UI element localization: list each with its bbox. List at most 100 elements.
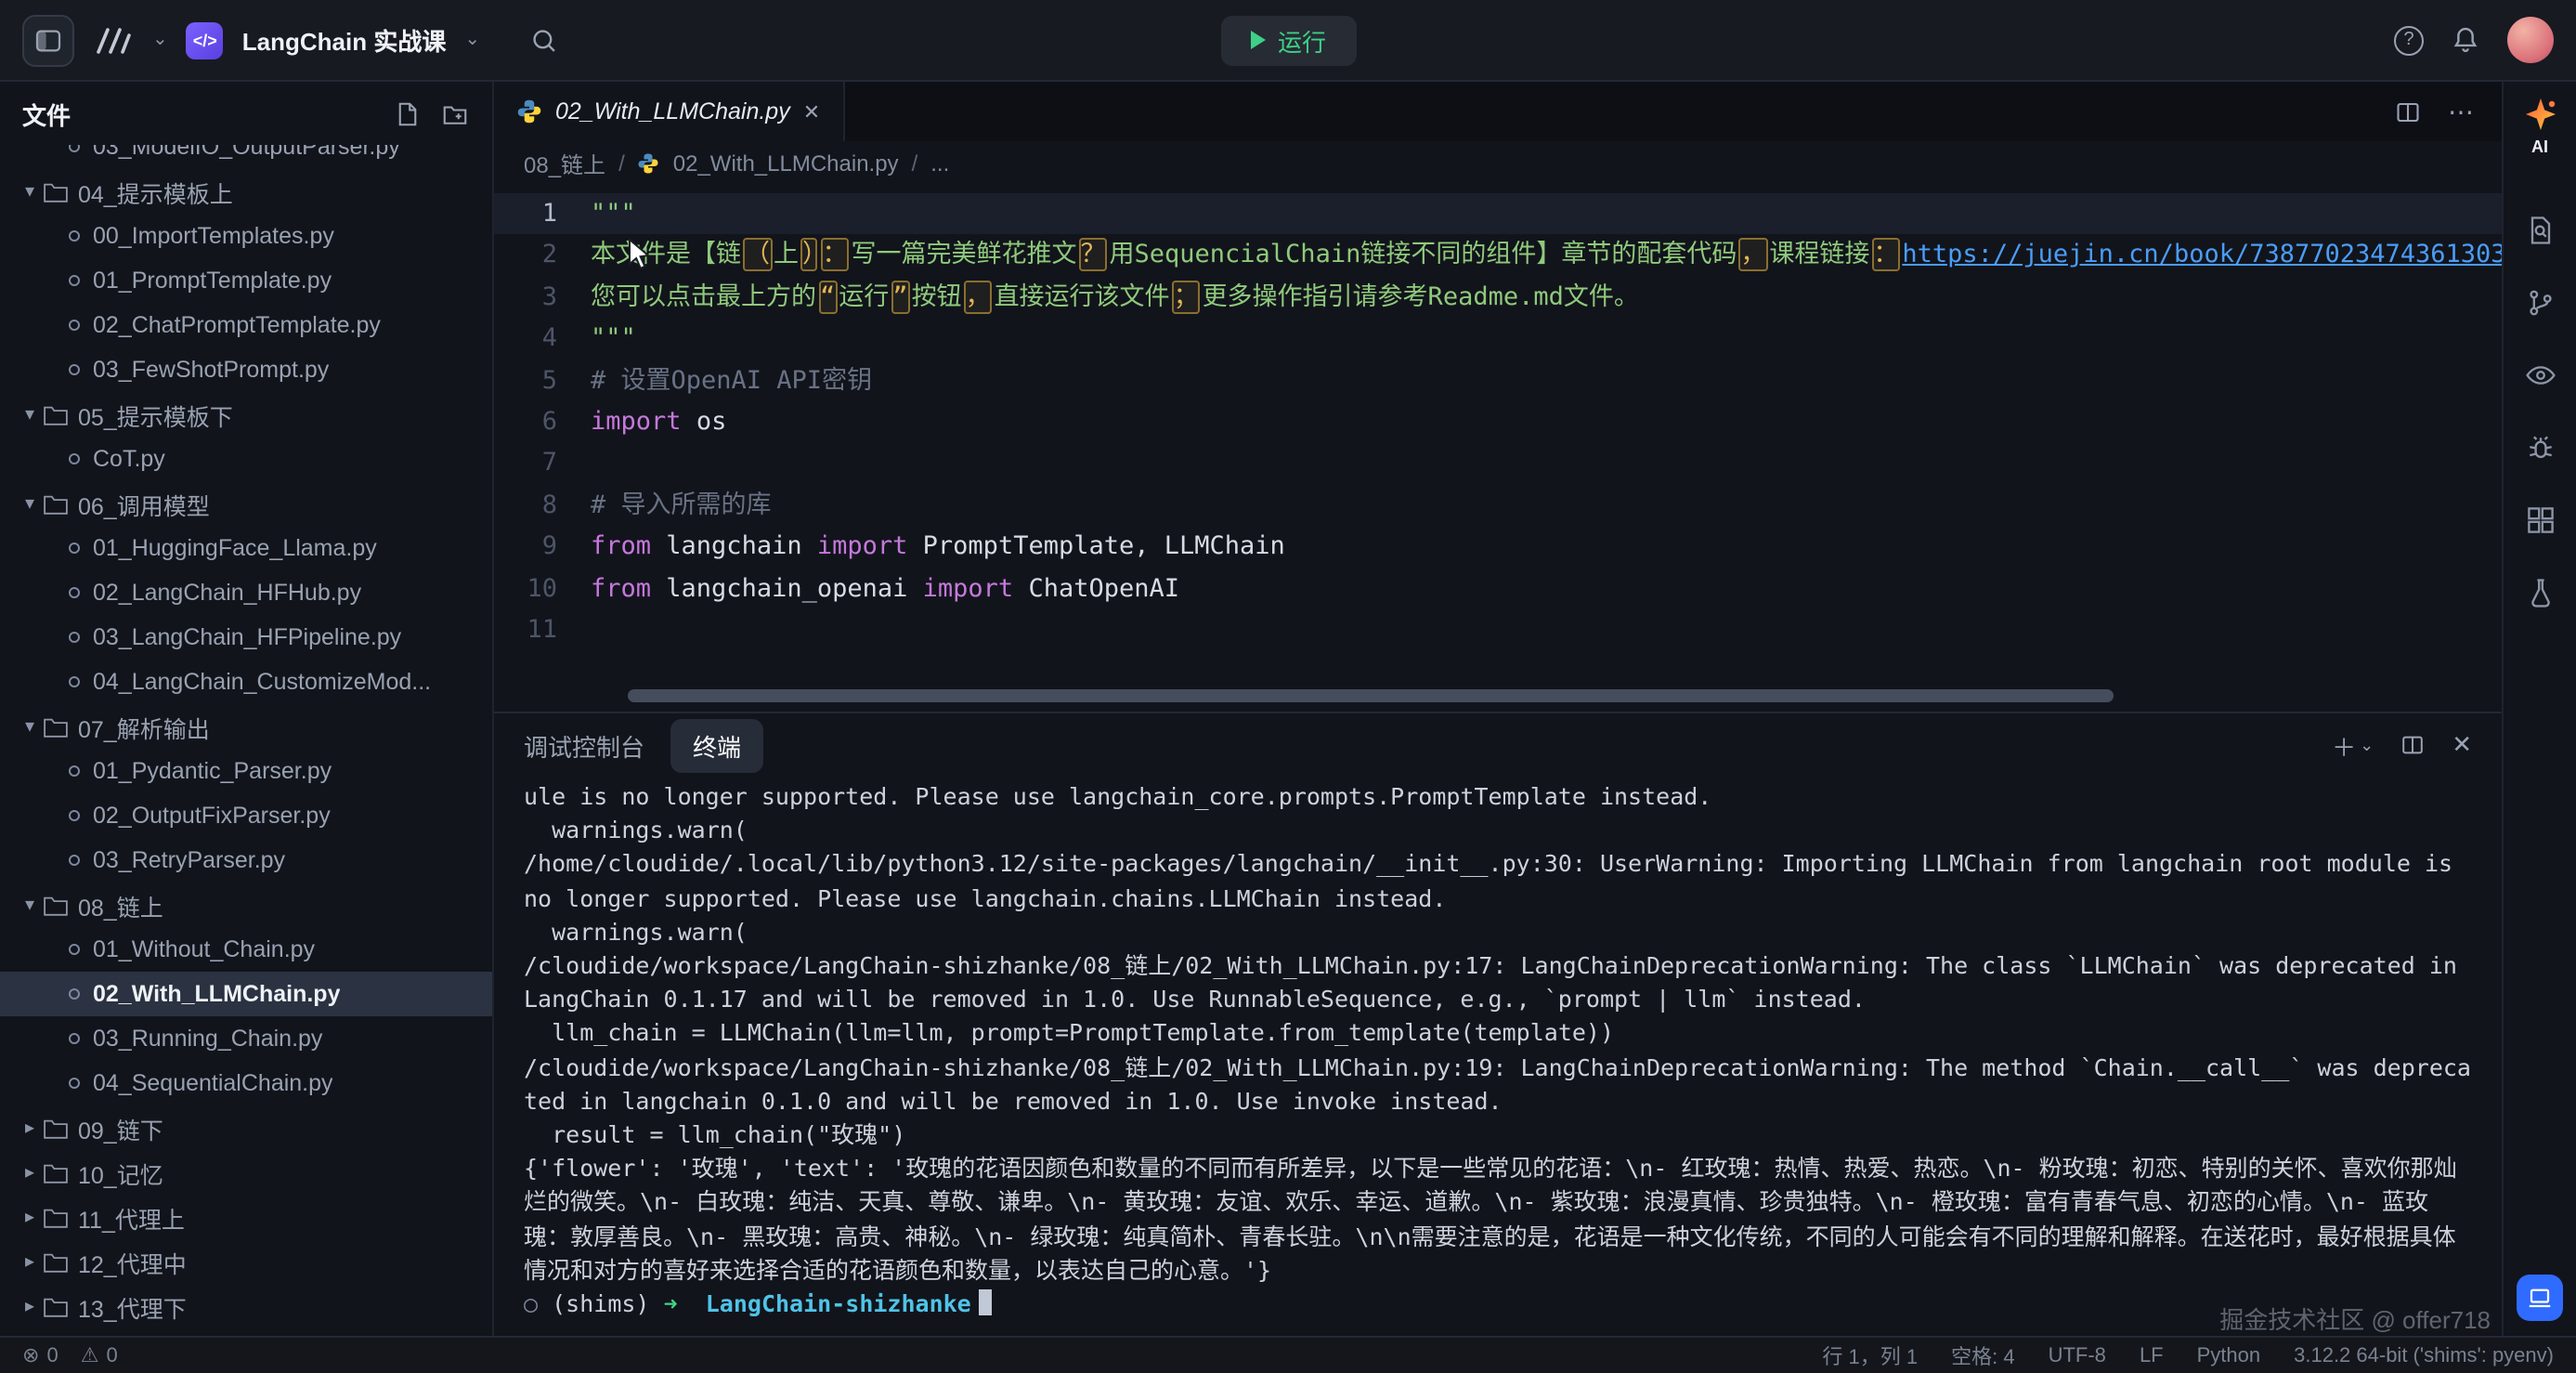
file-tree-folder[interactable]: ▸13_代理下 <box>0 1284 492 1328</box>
python-file-icon <box>69 320 80 331</box>
chevron-down-icon[interactable]: ⌄ <box>152 31 168 49</box>
horizontal-scrollbar[interactable] <box>628 689 2114 702</box>
ai-label: AI <box>2531 137 2548 156</box>
code-line[interactable]: 8# 导入所需的库 <box>494 484 2502 526</box>
code-line[interactable]: 1""" <box>494 193 2502 235</box>
file-tree-folder[interactable]: ▾06_调用模型 <box>0 481 492 526</box>
file-tree-item[interactable]: 01_PromptTemplate.py <box>0 258 492 303</box>
file-tree-item[interactable]: 03_LangChain_HFPipeline.py <box>0 615 492 660</box>
code-line[interactable]: 10from langchain_openai import ChatOpenA… <box>494 568 2502 609</box>
file-tree-item[interactable]: 01_HuggingFace_Llama.py <box>0 526 492 570</box>
file-search-icon[interactable] <box>2516 206 2564 255</box>
language-mode[interactable]: Python <box>2197 1340 2261 1370</box>
code-line[interactable]: 6import os <box>494 401 2502 443</box>
file-tree-folder[interactable]: ▸09_链下 <box>0 1105 492 1150</box>
notifications-bell-icon[interactable] <box>2450 24 2481 56</box>
breadcrumb-file[interactable]: 02_With_LLMChain.py <box>673 150 899 177</box>
breadcrumb-symbol[interactable]: ... <box>930 150 949 177</box>
search-icon[interactable] <box>528 25 558 55</box>
test-flask-icon[interactable] <box>2516 569 2564 617</box>
tab-terminal[interactable]: 终端 <box>670 718 763 772</box>
python-file-icon <box>69 632 80 643</box>
eol-sequence[interactable]: LF <box>2140 1340 2164 1370</box>
file-tree-item[interactable]: 01_Pydantic_Parser.py <box>0 749 492 793</box>
file-tree-item[interactable]: 04_SequentialChain.py <box>0 1061 492 1105</box>
chevron-down-icon: ▾ <box>19 181 41 202</box>
file-tree-item[interactable]: 02_LangChain_HFHub.py <box>0 570 492 615</box>
file-tree-folder[interactable]: ▾05_提示模板下 <box>0 392 492 437</box>
preview-eye-icon[interactable] <box>2516 351 2564 399</box>
code-text: # 设置OpenAI API密钥 <box>591 360 2502 401</box>
file-tree-folder[interactable]: ▾08_链上 <box>0 883 492 927</box>
file-tree-item[interactable]: 03_ModelIO_OutputParser.py <box>0 145 492 169</box>
code-line[interactable]: 7 <box>494 443 2502 485</box>
folder-icon <box>43 179 69 203</box>
cursor-position[interactable]: 行 1，列 1 <box>1822 1340 1918 1370</box>
file-tree-item[interactable]: 03_Running_Chain.py <box>0 1016 492 1061</box>
indentation[interactable]: 空格: 4 <box>1951 1340 2014 1370</box>
file-tree-item[interactable]: 01_Without_Chain.py <box>0 927 492 972</box>
python-interpreter[interactable]: 3.12.2 64-bit ('shims': pyenv) <box>2294 1340 2554 1370</box>
new-folder-icon[interactable] <box>440 99 470 127</box>
breadcrumb-separator: / <box>912 150 918 177</box>
file-tree-item[interactable]: 02_ChatPromptTemplate.py <box>0 303 492 347</box>
code-line[interactable]: 4""" <box>494 318 2502 360</box>
split-editor-icon[interactable] <box>2394 98 2422 125</box>
file-tree-folder[interactable]: ▸11_代理上 <box>0 1195 492 1239</box>
editor: 02_With_LLMChain.py ✕ ⋯ 08_链上 / <box>494 82 2502 1336</box>
file-tree-folder[interactable]: ▸10_记忆 <box>0 1150 492 1195</box>
code-line[interactable]: 5# 设置OpenAI API密钥 <box>494 360 2502 401</box>
encoding[interactable]: UTF-8 <box>2049 1340 2106 1370</box>
debug-bug-icon[interactable] <box>2516 424 2564 472</box>
file-tree-item[interactable]: 03_RetryParser.py <box>0 838 492 883</box>
split-panel-icon[interactable] <box>2400 732 2426 758</box>
file-tree-item[interactable]: 04_LangChain_CustomizeMod... <box>0 660 492 704</box>
file-tree-folder[interactable]: ▾07_解析输出 <box>0 704 492 749</box>
file-tree-item[interactable]: 00_ImportTemplates.py <box>0 214 492 258</box>
ai-assistant-button[interactable]: AI <box>2521 97 2558 156</box>
breadcrumb-separator: / <box>618 150 625 177</box>
file-tree-folder[interactable]: ▾04_提示模板上 <box>0 169 492 214</box>
remote-environment-icon[interactable] <box>2517 1275 2563 1321</box>
file-tree-folder[interactable]: ▸12_代理中 <box>0 1239 492 1284</box>
run-button[interactable]: 运行 <box>1220 15 1356 65</box>
line-number: 1 <box>494 193 591 235</box>
play-icon <box>1250 31 1265 49</box>
code-area[interactable]: 1"""2本文件是【链（上）：写一篇完美鲜花推文？用SequencialChai… <box>494 186 2502 712</box>
file-tree-item-label: 04_LangChain_CustomizeMod... <box>93 669 431 695</box>
file-tree-item-label: 13_代理下 <box>78 1288 187 1324</box>
chevron-down-icon[interactable]: ⌄ <box>464 31 480 49</box>
app-logo-icon[interactable] <box>93 23 134 57</box>
file-tree-item[interactable]: 02_OutputFixParser.py <box>0 793 492 838</box>
line-number: 10 <box>494 568 591 609</box>
file-tree-item[interactable]: 02_With_LLMChain.py <box>0 972 492 1016</box>
file-tree-item[interactable]: 03_FewShotPrompt.py <box>0 347 492 392</box>
user-avatar[interactable] <box>2507 17 2554 63</box>
new-file-icon[interactable] <box>394 99 422 127</box>
errors-status[interactable]: ⊗0 <box>22 1343 59 1367</box>
new-terminal-icon[interactable]: ＋⌄ <box>2332 727 2374 763</box>
source-control-icon[interactable] <box>2516 279 2564 327</box>
workspace-title: LangChain 实战课 <box>242 22 447 58</box>
more-actions-icon[interactable]: ⋯ <box>2448 96 2476 127</box>
editor-tab[interactable]: 02_With_LLMChain.py ✕ <box>494 82 844 141</box>
breadcrumb-folder[interactable]: 08_链上 <box>524 148 605 179</box>
code-text: # 导入所需的库 <box>591 484 2502 526</box>
file-tree-item[interactable]: CoT.py <box>0 437 492 481</box>
code-line[interactable]: 3您可以点击最上方的“运行”按钮，直接运行该文件；更多操作指引请参考Readme… <box>494 277 2502 319</box>
code-line[interactable]: 11 <box>494 609 2502 651</box>
code-line[interactable]: 9from langchain import PromptTemplate, L… <box>494 526 2502 568</box>
toggle-sidebar-button[interactable] <box>22 14 74 66</box>
help-icon[interactable]: ? <box>2394 25 2424 55</box>
tab-debug-console[interactable]: 调试控制台 <box>524 727 644 763</box>
close-tab-icon[interactable]: ✕ <box>803 99 820 124</box>
close-panel-icon[interactable]: ✕ <box>2452 730 2472 760</box>
code-line[interactable]: 2本文件是【链（上）：写一篇完美鲜花推文？用SequencialChain链接不… <box>494 235 2502 277</box>
warnings-status[interactable]: ⚠0 <box>81 1343 118 1367</box>
extensions-icon[interactable] <box>2516 496 2564 544</box>
file-tree-item-label: 05_提示模板下 <box>78 397 233 432</box>
error-icon: ⊗ <box>22 1343 39 1367</box>
top-bar: ⌄ </> LangChain 实战课 ⌄ 运行 ? <box>0 0 2576 82</box>
terminal-output-line: /cloudide/workspace/LangChain-shizhanke/… <box>524 949 2472 1017</box>
terminal-output[interactable]: ule is no longer supported. Please use l… <box>494 777 2502 1336</box>
